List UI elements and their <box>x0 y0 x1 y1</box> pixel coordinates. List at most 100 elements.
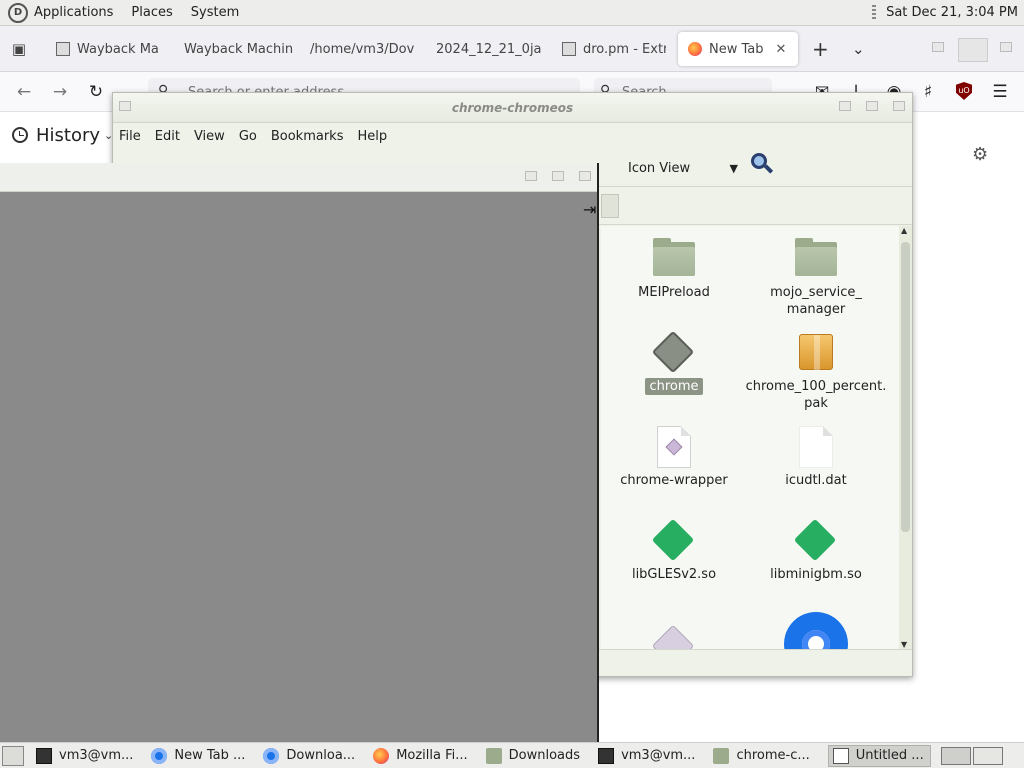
applications-menu[interactable]: Applications <box>34 5 113 20</box>
taskbar-item[interactable]: vm3@vm... <box>598 745 701 767</box>
tab-home-dir[interactable]: /home/vm3/Dov <box>310 32 422 66</box>
tab-label: /home/vm3/Dov <box>310 41 415 57</box>
window-minimize-icon[interactable] <box>932 42 944 52</box>
untitled-blank-window <box>0 163 599 742</box>
menu-help[interactable]: Help <box>357 129 387 144</box>
gear-icon[interactable]: ⚙ <box>972 144 988 165</box>
tab-new-tab[interactable]: New Tab ✕ <box>678 32 798 66</box>
clock[interactable]: Sat Dec 21, 3:04 PM <box>886 5 1018 20</box>
tab-close-icon[interactable]: ✕ <box>776 42 787 57</box>
window-close-icon[interactable] <box>579 171 591 181</box>
menu-go[interactable]: Go <box>239 129 257 144</box>
file-item[interactable]: libGLESv2.so <box>601 518 749 583</box>
file-item[interactable]: libminigbm.so <box>741 518 891 583</box>
new-tab-button[interactable]: + <box>812 38 829 60</box>
scroll-down-arrow-icon[interactable]: ▼ <box>901 640 907 649</box>
tab-wayback-2[interactable]: Wayback Machin <box>184 32 294 66</box>
file-item[interactable]: chrome_100_percent. pak <box>741 330 891 412</box>
firefox-icon <box>688 42 702 56</box>
untitled-window-titlebar[interactable] <box>0 163 597 192</box>
taskbar-item-active[interactable]: Untitled ... <box>827 744 931 767</box>
terminal-icon <box>36 747 52 764</box>
forward-arrow-icon[interactable]: → <box>50 82 70 102</box>
tab-dro-pm[interactable]: dro.pm - Extr <box>562 32 666 66</box>
file-item[interactable]: icudtl.dat <box>741 424 891 489</box>
workspace-2-icon[interactable] <box>972 746 1003 765</box>
chrome-logo-icon <box>784 612 848 649</box>
folder-icon <box>651 236 697 282</box>
taskbar-item[interactable]: Downloa... <box>263 745 361 767</box>
file-item-partial[interactable] <box>784 612 848 649</box>
file-item[interactable]: mojo_service_ manager <box>741 236 891 318</box>
window-minimize-icon[interactable] <box>839 101 851 111</box>
text-editor-icon <box>832 747 849 764</box>
taskbar-item-label: Downloads <box>508 748 581 763</box>
file-manager-menubar: File Edit View Go Bookmarks Help <box>113 123 912 149</box>
menu-view[interactable]: View <box>194 129 225 144</box>
taskbar-item-label: Untitled ... <box>855 748 924 763</box>
window-maximize-icon[interactable] <box>552 171 564 181</box>
chrome-icon <box>151 747 168 764</box>
show-desktop-icon[interactable] <box>2 745 24 766</box>
taskbar: vm3@vm... New Tab ... Downloa... Mozilla… <box>0 742 1024 768</box>
taskbar-item-label: Downloa... <box>286 748 356 763</box>
taskbar-item[interactable]: vm3@vm... <box>36 745 139 767</box>
file-name: MEIPreload <box>638 285 710 300</box>
page-icon <box>562 42 576 56</box>
folder-icon <box>713 747 730 764</box>
library-icon <box>651 518 697 564</box>
window-close-icon[interactable] <box>893 101 905 111</box>
taskbar-item-label: New Tab ... <box>174 748 246 763</box>
file-item[interactable]: MEIPreload <box>601 236 749 301</box>
menu-bookmarks[interactable]: Bookmarks <box>271 129 344 144</box>
file-item[interactable]: chrome-wrapper <box>601 424 749 489</box>
back-arrow-icon[interactable]: ← <box>14 82 34 102</box>
extensions-puzzle-icon[interactable]: ♯ <box>918 82 938 102</box>
folder-icon <box>485 747 502 764</box>
dropdown-arrow-icon: ▼ <box>729 161 738 175</box>
file-item-partial[interactable] <box>601 624 749 649</box>
system-menu[interactable]: System <box>191 5 239 20</box>
taskbar-item-label: chrome-c... <box>736 748 810 763</box>
reload-icon[interactable]: ↻ <box>86 82 106 102</box>
window-maximize-icon[interactable] <box>866 101 878 111</box>
file-name: libminigbm.so <box>770 567 862 582</box>
resize-cursor-icon: ⇥ <box>583 200 597 219</box>
window-minimize-icon[interactable] <box>525 171 537 181</box>
menu-file[interactable]: File <box>119 129 141 144</box>
tab-label: New Tab <box>709 41 764 57</box>
file-item[interactable]: chrome <box>601 330 749 395</box>
package-icon <box>793 330 839 376</box>
menu-edit[interactable]: Edit <box>155 129 180 144</box>
taskbar-item[interactable]: New Tab ... <box>151 745 251 767</box>
workspace-1-icon[interactable] <box>940 746 971 765</box>
taskbar-item[interactable]: chrome-c... <box>713 745 815 767</box>
list-all-tabs-chevron-icon[interactable]: ⌄ <box>852 38 865 60</box>
tab-label: dro.pm - Extr <box>583 41 666 57</box>
tab-wayback-1[interactable]: Wayback Ma <box>56 32 166 66</box>
hamburger-menu-icon[interactable]: ☰ <box>990 82 1010 102</box>
view-mode-select[interactable]: Icon View ▼ <box>628 157 738 179</box>
sidebar-title: History <box>36 124 101 146</box>
vertical-scrollbar[interactable]: ▲ ▼ <box>899 226 912 649</box>
file-manager-titlebar[interactable]: chrome-chromeos <box>113 93 912 123</box>
taskbar-item[interactable]: Downloads <box>485 745 586 767</box>
archive-icon <box>56 42 70 56</box>
taskbar-item[interactable]: Mozilla Fi... <box>373 745 473 767</box>
taskbar-item-label: Mozilla Fi... <box>396 748 468 763</box>
places-menu[interactable]: Places <box>131 5 172 20</box>
debian-logo-icon[interactable]: D <box>8 2 28 23</box>
taskbar-item-label: vm3@vm... <box>59 748 134 763</box>
search-magnifier-icon[interactable] <box>751 153 774 175</box>
scroll-up-arrow-icon[interactable]: ▲ <box>901 226 907 235</box>
firefox-view-icon[interactable]: ▣ <box>8 38 30 60</box>
view-mode-label: Icon View <box>628 160 691 176</box>
file-name: icudtl.dat <box>785 473 847 488</box>
window-close-icon[interactable] <box>1000 42 1012 52</box>
script-icon <box>651 624 697 649</box>
tab-2024-file[interactable]: 2024_12_21_0ja <box>436 32 546 66</box>
scrollbar-thumb[interactable] <box>901 242 910 532</box>
window-maximize-icon[interactable] <box>958 38 988 62</box>
ublock-origin-icon[interactable]: uO <box>956 82 972 100</box>
location-toggle-button[interactable] <box>601 194 619 218</box>
